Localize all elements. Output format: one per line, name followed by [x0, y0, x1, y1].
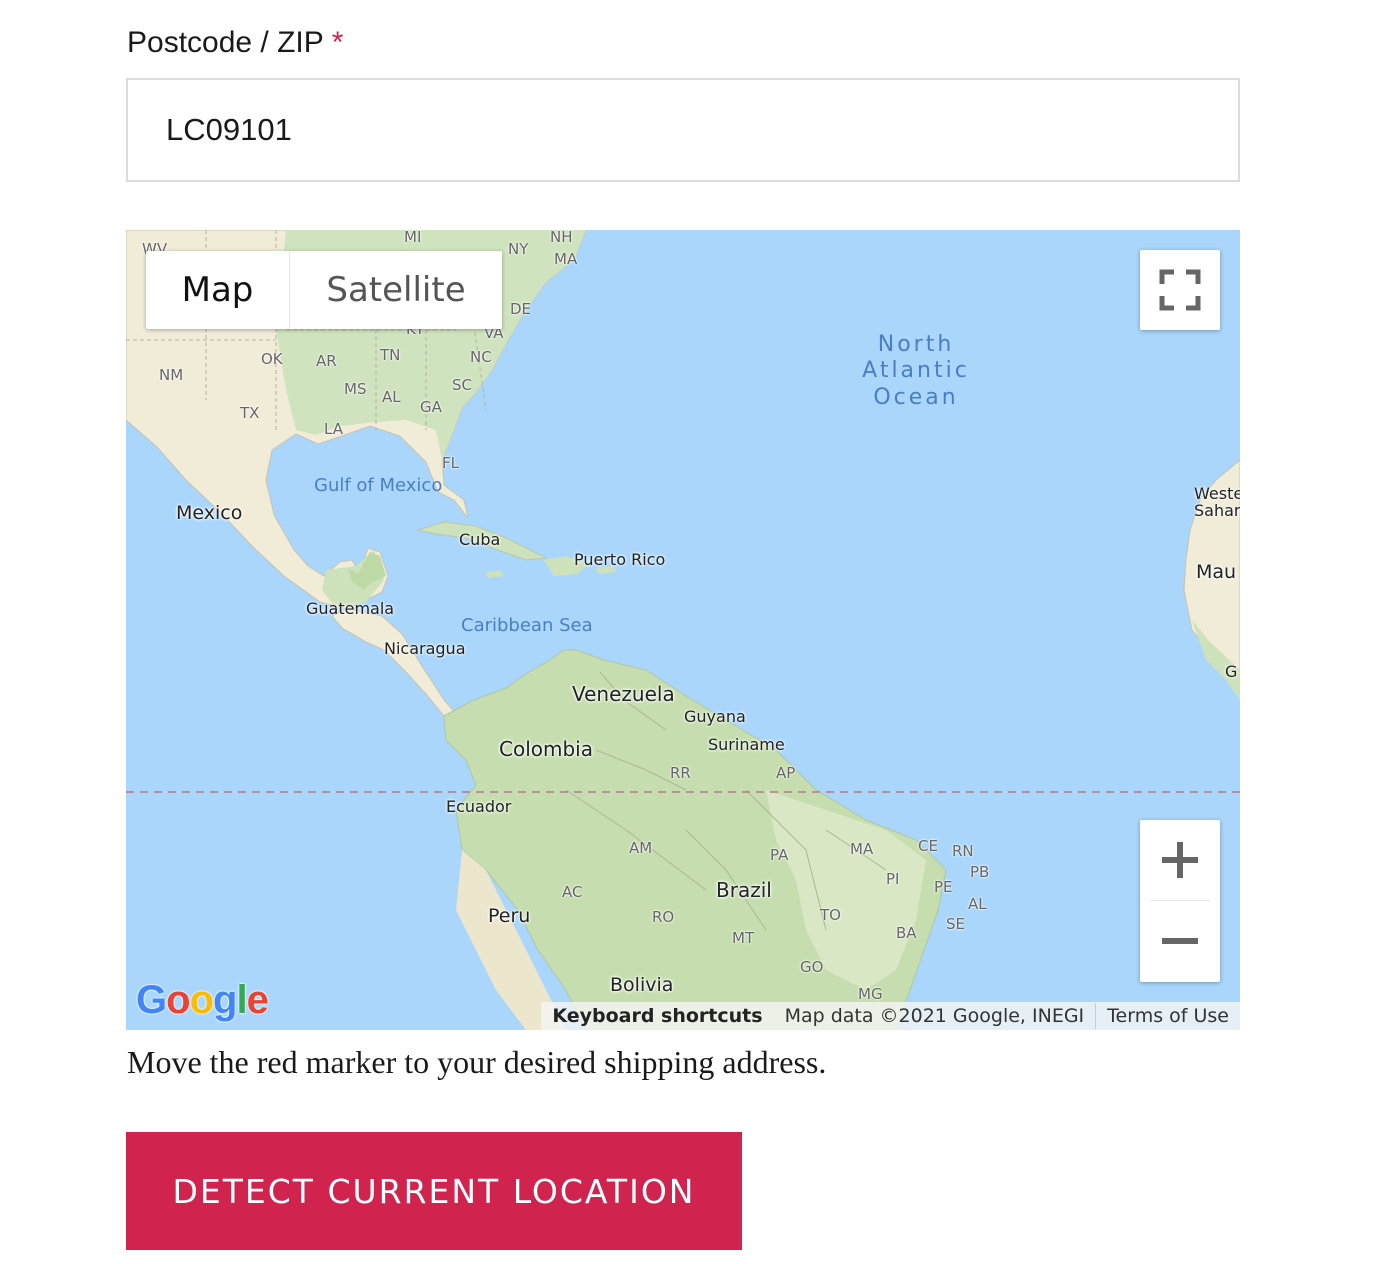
map-label-gulf: Gulf of Mexico: [314, 475, 443, 496]
map-label-region: RO: [652, 908, 675, 926]
map-label-country: Bolivia: [610, 974, 674, 996]
zoom-out-button[interactable]: [1140, 901, 1220, 981]
map-label-country: Suriname: [708, 735, 785, 754]
map-label-state: GA: [420, 398, 442, 416]
map-label-country: Puerto Rico: [574, 550, 666, 569]
map-label-state: FL: [442, 454, 459, 472]
map-label-ocean: North Atlantic Ocean: [862, 332, 970, 410]
map-label-region: PB: [970, 863, 990, 881]
map-type-control: Map Satellite: [146, 251, 502, 329]
fullscreen-button[interactable]: [1140, 250, 1220, 330]
postcode-label: Postcode / ZIP *: [127, 26, 343, 60]
map-label-state: NM: [159, 366, 184, 384]
map-label-country: Mau: [1196, 561, 1237, 583]
plus-icon: [1162, 842, 1198, 878]
map-label-region: GO: [800, 958, 824, 976]
postcode-label-text: Postcode / ZIP: [127, 26, 324, 59]
map-label-region: RN: [952, 842, 974, 860]
terms-link[interactable]: Terms of Use: [1096, 1005, 1240, 1027]
map-label-state: OK: [261, 350, 283, 368]
zoom-in-button[interactable]: [1140, 820, 1220, 900]
map-attribution: Keyboard shortcuts Map data ©2021 Google…: [541, 1002, 1240, 1030]
map-label-caribbean: Caribbean Sea: [461, 615, 593, 636]
map-label-country: Ecuador: [446, 797, 512, 816]
google-logo[interactable]: Google: [136, 978, 269, 1023]
map-label-state: SC: [452, 376, 472, 394]
map-label-region: SE: [946, 915, 965, 933]
map-label-region: BA: [896, 924, 917, 942]
minus-icon: [1162, 938, 1198, 944]
map-type-map-button[interactable]: Map: [146, 251, 289, 329]
map-label-country: Brazil: [716, 878, 772, 902]
map-label-region: MG: [858, 985, 883, 1003]
map-label-region: MA: [850, 840, 874, 858]
map-label-region: MT: [732, 929, 755, 947]
map-label-country: Western Sahara: [1194, 486, 1240, 520]
map-label-region: PA: [770, 846, 789, 864]
map-terrain: [126, 230, 1240, 1030]
map-label-state: MS: [344, 380, 367, 398]
map-label-state: TX: [240, 404, 260, 422]
map-label-state: NC: [470, 348, 492, 366]
map-label-country: G: [1225, 662, 1238, 681]
map-label-country: Venezuela: [572, 682, 675, 706]
map-label-state: TN: [380, 346, 401, 364]
map-label-region: AL: [968, 895, 987, 913]
map-label-country: Cuba: [459, 530, 501, 549]
map-label-state: DE: [510, 300, 532, 318]
map-data-text: Map data ©2021 Google, INEGI: [784, 1005, 1085, 1027]
fullscreen-icon: [1159, 269, 1201, 311]
location-map[interactable]: WV MI NY NH MA DE KY VA NM OK AR TN NC T…: [126, 230, 1240, 1030]
map-label-region: AP: [776, 764, 796, 782]
map-label-state: NH: [550, 230, 573, 246]
map-label-region: PE: [934, 878, 953, 896]
map-label-state: LA: [324, 420, 343, 438]
map-label-country: Peru: [488, 905, 531, 927]
map-label-state: MI: [404, 230, 422, 246]
map-label-country: Mexico: [176, 502, 243, 524]
map-label-region: AM: [629, 839, 653, 857]
map-label-country: Guatemala: [306, 599, 395, 618]
map-label-region: RR: [670, 764, 691, 782]
detect-location-button[interactable]: DETECT CURRENT LOCATION: [126, 1132, 742, 1250]
map-label-state: AR: [316, 352, 337, 370]
map-type-satellite-button[interactable]: Satellite: [289, 251, 502, 329]
map-label-region: PI: [886, 870, 900, 888]
keyboard-shortcuts-link[interactable]: Keyboard shortcuts: [541, 1005, 773, 1027]
map-hint-text: Move the red marker to your desired ship…: [127, 1044, 827, 1080]
map-label-country: Guyana: [684, 707, 746, 726]
map-label-country: Nicaragua: [384, 639, 466, 658]
map-label-state: MA: [554, 250, 578, 268]
map-label-region: CE: [918, 837, 938, 855]
map-label-region: AC: [562, 883, 583, 901]
map-label-region: TO: [820, 906, 841, 924]
map-label-state: AL: [382, 388, 401, 406]
postcode-input[interactable]: [126, 78, 1240, 182]
map-label-state: NY: [508, 240, 529, 258]
map-label-country: Colombia: [499, 737, 593, 761]
required-asterisk: *: [331, 26, 344, 59]
zoom-control: [1140, 820, 1220, 982]
